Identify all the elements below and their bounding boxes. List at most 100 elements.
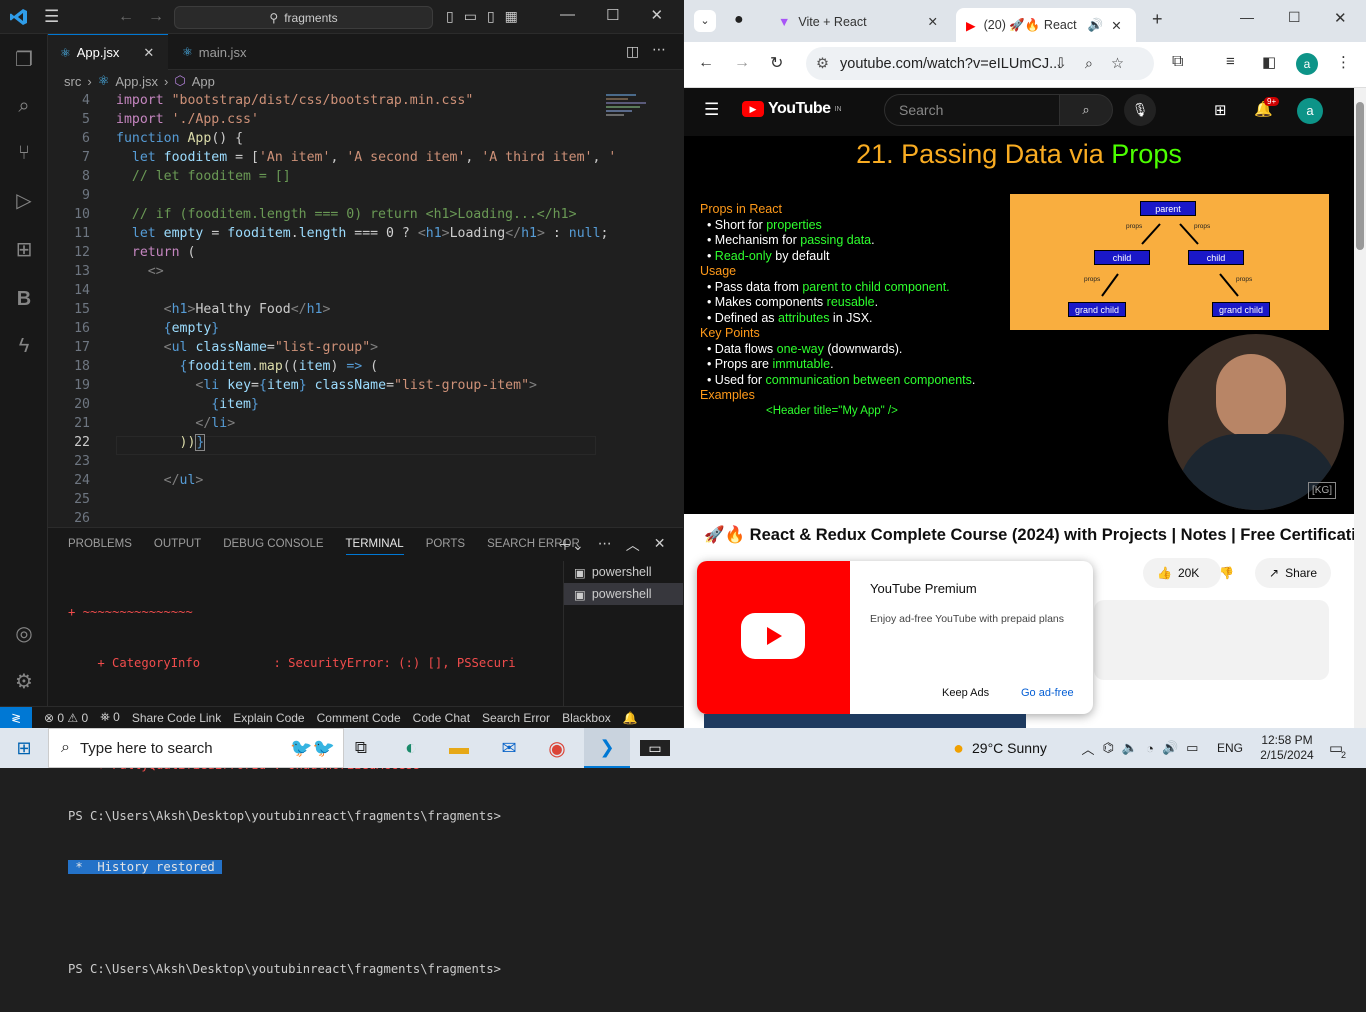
- speaker-icon[interactable]: 🔊: [1162, 740, 1178, 756]
- tab-main-jsx[interactable]: ⚛ main.jsx: [170, 34, 286, 70]
- tab-output[interactable]: OUTPUT: [154, 538, 201, 555]
- command-center-search[interactable]: ⚲ fragments: [174, 6, 433, 29]
- terminal-taskbar-icon[interactable]: ▭: [640, 740, 670, 756]
- like-button[interactable]: 👍 20K 👎: [1143, 558, 1234, 588]
- tab-terminal[interactable]: TERMINAL: [345, 538, 404, 555]
- status-chat[interactable]: Code Chat: [413, 711, 470, 725]
- edge-icon[interactable]: ◐: [396, 728, 426, 768]
- run-debug-icon[interactable]: ▷: [12, 189, 36, 213]
- minimize-icon[interactable]: —: [560, 6, 575, 24]
- customize-layout-icon[interactable]: ▦: [505, 8, 518, 25]
- back-icon[interactable]: ←: [118, 8, 148, 25]
- vscode-logo-icon[interactable]: [10, 8, 28, 26]
- code-editor[interactable]: 4 5 6 7 8 9 10 11 12 13 14 15 16 17 18 19 20 21 22 23 24 25 26…: [48, 92, 683, 526]
- mic-icon[interactable]: 🎙: [1124, 94, 1156, 126]
- tab-problems[interactable]: PROBLEMS: [68, 538, 132, 555]
- settings-gear-icon[interactable]: ⚙: [12, 670, 36, 694]
- tab-close-icon[interactable]: ✕: [1111, 18, 1121, 33]
- status-share[interactable]: Share Code Link: [132, 711, 221, 725]
- toggle-panel-icon[interactable]: ▭: [464, 8, 477, 25]
- wifi-icon[interactable]: ◔: [1146, 741, 1154, 756]
- youtube-search-input[interactable]: Search: [884, 94, 1060, 126]
- volume-icon[interactable]: 🔈: [1122, 740, 1138, 756]
- keep-ads-button[interactable]: Keep Ads: [942, 687, 989, 699]
- chrome-icon[interactable]: ◉: [542, 728, 572, 768]
- close-panel-icon[interactable]: ✕: [654, 535, 666, 555]
- windows-start-icon[interactable]: ⊞: [10, 728, 38, 768]
- status-blackbox[interactable]: Blackbox: [562, 711, 611, 725]
- maximize-panel-icon[interactable]: ︿: [626, 535, 640, 555]
- weather-widget[interactable]: ● 29°C Sunny: [940, 728, 1060, 768]
- taskbar-search[interactable]: ⌕ Type here to search 🐦🐦: [48, 728, 344, 768]
- create-icon[interactable]: ⊞: [1214, 101, 1227, 119]
- tab-close-icon[interactable]: ✕: [143, 45, 154, 61]
- close-icon[interactable]: ✕: [1334, 9, 1347, 27]
- tab-close-icon[interactable]: ✕: [928, 14, 938, 29]
- audio-icon[interactable]: 🔊: [1088, 18, 1104, 33]
- remote-icon[interactable]: ≷: [0, 706, 32, 729]
- task-view-icon[interactable]: ⧉: [346, 728, 376, 768]
- tab-app-jsx[interactable]: ⚛ App.jsx ✕: [48, 34, 168, 70]
- thunder-icon[interactable]: ϟ: [12, 334, 36, 358]
- more-icon[interactable]: ⋯: [598, 535, 612, 555]
- close-icon[interactable]: ✕: [650, 6, 663, 24]
- github-icon[interactable]: ●: [734, 11, 744, 29]
- profile-avatar[interactable]: a: [1296, 53, 1318, 75]
- extensions-icon[interactable]: ⊞: [12, 238, 36, 262]
- page-scrollbar[interactable]: [1354, 88, 1366, 728]
- terminal-item[interactable]: ▣ powershell: [564, 583, 683, 605]
- page-actions[interactable]: ⇩⌕☆: [1055, 56, 1142, 72]
- maximize-icon[interactable]: ☐: [1288, 9, 1301, 26]
- tab-search-icon[interactable]: ⌄: [694, 10, 716, 32]
- go-ad-free-button[interactable]: Go ad-free: [1021, 687, 1074, 699]
- forward-icon[interactable]: →: [734, 54, 750, 72]
- problems-status[interactable]: ⊗ 0 ⚠ 0: [44, 711, 88, 725]
- site-info-icon[interactable]: ⚙: [816, 56, 829, 72]
- network-icon[interactable]: ⌬: [1103, 740, 1114, 756]
- toggle-secondary-icon[interactable]: ▯: [487, 8, 495, 25]
- new-tab-icon[interactable]: +: [1152, 9, 1163, 30]
- chrome-menu-icon[interactable]: ⋮: [1336, 53, 1351, 71]
- media-controls-icon[interactable]: ≡: [1226, 53, 1235, 70]
- tab-debug-console[interactable]: DEBUG CONSOLE: [223, 538, 323, 555]
- chevron-up-icon[interactable]: ︿: [1082, 739, 1095, 758]
- toggle-sidebar-icon[interactable]: ▯: [446, 8, 454, 25]
- explorer-icon[interactable]: ❐: [12, 48, 36, 72]
- blackbox-icon[interactable]: B: [12, 287, 36, 311]
- battery-icon[interactable]: ▭: [1186, 740, 1198, 756]
- crumb-symbol[interactable]: App: [192, 74, 215, 89]
- back-icon[interactable]: ←: [698, 54, 714, 72]
- menu-icon[interactable]: ☰: [44, 8, 59, 25]
- more-actions-icon[interactable]: ⋯: [652, 41, 666, 58]
- language-indicator[interactable]: ENG: [1212, 728, 1248, 768]
- scroll-thumb[interactable]: [1356, 102, 1364, 250]
- status-comment[interactable]: Comment Code: [317, 711, 401, 725]
- notification-center-icon[interactable]: ▭ 2: [1324, 728, 1348, 768]
- search-icon[interactable]: ⌕: [12, 94, 36, 118]
- minimize-icon[interactable]: —: [1240, 9, 1254, 25]
- tab-youtube[interactable]: ▶ (20) 🚀🔥 React & 🔊 ✕: [956, 8, 1136, 42]
- youtube-logo[interactable]: ▶ YouTube IN: [742, 100, 842, 118]
- video-player[interactable]: 21. Passing Data via Props Props in Reac…: [684, 136, 1354, 514]
- description-box[interactable]: [1094, 600, 1329, 680]
- maximize-icon[interactable]: ☐: [606, 6, 619, 24]
- crumb-src[interactable]: src: [64, 74, 81, 89]
- source-control-icon[interactable]: ⑂: [12, 141, 36, 165]
- split-editor-icon[interactable]: ◫: [626, 43, 639, 60]
- hamburger-icon[interactable]: ☰: [704, 100, 719, 120]
- extensions-icon[interactable]: ⧉: [1172, 53, 1183, 71]
- file-explorer-icon[interactable]: ▬: [444, 728, 474, 768]
- address-bar[interactable]: ⚙ youtube.com/watch?v=eILUmCJ... ⇩⌕☆: [806, 47, 1154, 80]
- vscode-taskbar-icon[interactable]: ❯: [584, 728, 630, 768]
- crumb-file[interactable]: App.jsx: [115, 74, 158, 89]
- tab-ports[interactable]: PORTS: [426, 538, 465, 555]
- minimap[interactable]: [606, 92, 668, 152]
- mail-icon[interactable]: ✉: [494, 728, 524, 768]
- status-explain[interactable]: Explain Code: [233, 711, 304, 725]
- yt-avatar[interactable]: a: [1297, 98, 1323, 124]
- clock[interactable]: 12:58 PM 2/15/2024: [1254, 728, 1320, 768]
- terminal-item[interactable]: ▣ powershell: [564, 561, 683, 583]
- side-panel-icon[interactable]: ◧: [1262, 53, 1276, 71]
- reload-icon[interactable]: ↻: [770, 53, 783, 73]
- nav-arrows[interactable]: ←→: [118, 8, 178, 26]
